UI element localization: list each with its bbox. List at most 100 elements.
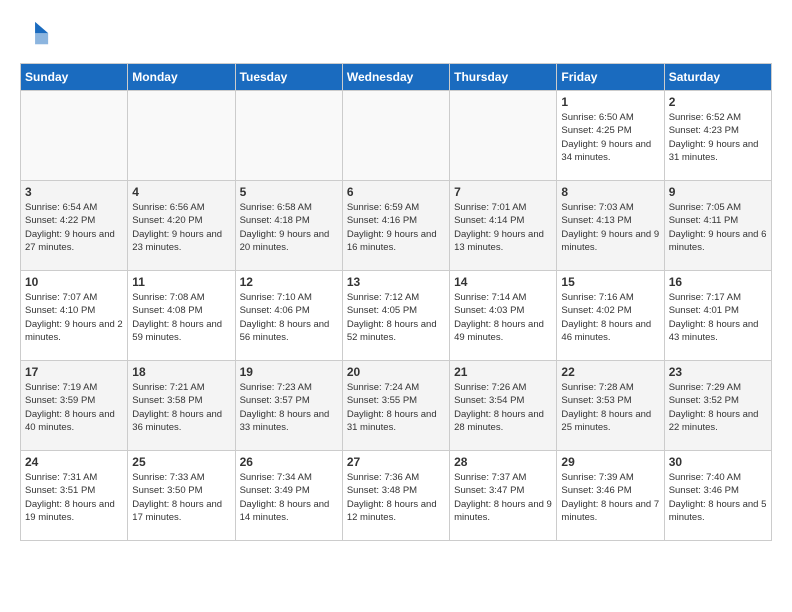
column-header-tuesday: Tuesday: [235, 64, 342, 91]
day-info: Sunrise: 7:31 AM Sunset: 3:51 PM Dayligh…: [25, 471, 123, 524]
day-info: Sunrise: 7:40 AM Sunset: 3:46 PM Dayligh…: [669, 471, 767, 524]
calendar-cell: 14 Sunrise: 7:14 AM Sunset: 4:03 PM Dayli…: [450, 271, 557, 361]
calendar-cell: 15Sunrise: 7:16 AM Sunset: 4:02 PM Dayli…: [557, 271, 664, 361]
calendar-cell: [235, 91, 342, 181]
day-number: 29: [561, 455, 659, 469]
day-info: Sunrise: 7:21 AM Sunset: 3:58 PM Dayligh…: [132, 381, 230, 434]
day-info: Sunrise: 7:07 AM Sunset: 4:10 PM Dayligh…: [25, 291, 123, 344]
day-info: Sunrise: 7:33 AM Sunset: 3:50 PM Dayligh…: [132, 471, 230, 524]
day-number: 15: [561, 275, 659, 289]
day-number: 10: [25, 275, 123, 289]
day-number: 21: [454, 365, 552, 379]
day-number: 19: [240, 365, 338, 379]
logo-icon: [22, 20, 50, 48]
day-number: 7: [454, 185, 552, 199]
calendar-cell: [450, 91, 557, 181]
column-header-monday: Monday: [128, 64, 235, 91]
calendar-cell: [21, 91, 128, 181]
week-row-5: 24 Sunrise: 7:31 AM Sunset: 3:51 PM Dayli…: [21, 451, 772, 541]
day-number: 17: [25, 365, 123, 379]
column-header-friday: Friday: [557, 64, 664, 91]
column-header-sunday: Sunday: [21, 64, 128, 91]
day-info: Sunrise: 7:36 AM Sunset: 3:48 PM Dayligh…: [347, 471, 445, 524]
day-info: Sunrise: 7:19 AM Sunset: 3:59 PM Dayligh…: [25, 381, 123, 434]
calendar-header-row: SundayMondayTuesdayWednesdayThursdayFrid…: [21, 64, 772, 91]
calendar-cell: 27Sunrise: 7:36 AM Sunset: 3:48 PM Dayli…: [342, 451, 449, 541]
calendar-cell: 5 Sunrise: 6:58 AM Sunset: 4:18 PM Daylig…: [235, 181, 342, 271]
calendar-cell: 4 Sunrise: 6:56 AM Sunset: 4:20 PM Daylig…: [128, 181, 235, 271]
week-row-2: 3 Sunrise: 6:54 AM Sunset: 4:22 PM Daylig…: [21, 181, 772, 271]
day-number: 25: [132, 455, 230, 469]
calendar-cell: 13 Sunrise: 7:12 AM Sunset: 4:05 PM Dayli…: [342, 271, 449, 361]
day-info: Sunrise: 6:52 AM Sunset: 4:23 PM Dayligh…: [669, 111, 767, 164]
day-info: Sunrise: 6:56 AM Sunset: 4:20 PM Dayligh…: [132, 201, 230, 254]
day-number: 4: [132, 185, 230, 199]
calendar-cell: 9Sunrise: 7:05 AM Sunset: 4:11 PM Daylig…: [664, 181, 771, 271]
calendar-cell: 16 Sunrise: 7:17 AM Sunset: 4:01 PM Dayli…: [664, 271, 771, 361]
day-info: Sunrise: 7:28 AM Sunset: 3:53 PM Dayligh…: [561, 381, 659, 434]
day-info: Sunrise: 7:37 AM Sunset: 3:47 PM Dayligh…: [454, 471, 552, 524]
calendar-cell: [342, 91, 449, 181]
day-info: Sunrise: 7:23 AM Sunset: 3:57 PM Dayligh…: [240, 381, 338, 434]
day-info: Sunrise: 7:39 AM Sunset: 3:46 PM Dayligh…: [561, 471, 659, 524]
day-number: 20: [347, 365, 445, 379]
day-info: Sunrise: 7:05 AM Sunset: 4:11 PM Dayligh…: [669, 201, 767, 254]
day-info: Sunrise: 7:12 AM Sunset: 4:05 PM Dayligh…: [347, 291, 445, 344]
week-row-3: 10 Sunrise: 7:07 AM Sunset: 4:10 PM Dayli…: [21, 271, 772, 361]
calendar-cell: 29 Sunrise: 7:39 AM Sunset: 3:46 PM Dayli…: [557, 451, 664, 541]
column-header-wednesday: Wednesday: [342, 64, 449, 91]
calendar-cell: 25 Sunrise: 7:33 AM Sunset: 3:50 PM Dayli…: [128, 451, 235, 541]
day-number: 11: [132, 275, 230, 289]
day-number: 5: [240, 185, 338, 199]
calendar-cell: 18 Sunrise: 7:21 AM Sunset: 3:58 PM Dayli…: [128, 361, 235, 451]
day-info: Sunrise: 7:10 AM Sunset: 4:06 PM Dayligh…: [240, 291, 338, 344]
calendar-cell: 22 Sunrise: 7:28 AM Sunset: 3:53 PM Dayli…: [557, 361, 664, 451]
calendar-cell: 19 Sunrise: 7:23 AM Sunset: 3:57 PM Dayli…: [235, 361, 342, 451]
calendar-cell: 21Sunrise: 7:26 AM Sunset: 3:54 PM Dayli…: [450, 361, 557, 451]
day-info: Sunrise: 7:17 AM Sunset: 4:01 PM Dayligh…: [669, 291, 767, 344]
day-info: Sunrise: 7:08 AM Sunset: 4:08 PM Dayligh…: [132, 291, 230, 344]
calendar-cell: 24 Sunrise: 7:31 AM Sunset: 3:51 PM Dayli…: [21, 451, 128, 541]
day-info: Sunrise: 7:24 AM Sunset: 3:55 PM Dayligh…: [347, 381, 445, 434]
calendar-body: 1 Sunrise: 6:50 AM Sunset: 4:25 PM Daylig…: [21, 91, 772, 541]
day-info: Sunrise: 6:58 AM Sunset: 4:18 PM Dayligh…: [240, 201, 338, 254]
calendar-cell: 12 Sunrise: 7:10 AM Sunset: 4:06 PM Dayli…: [235, 271, 342, 361]
day-number: 18: [132, 365, 230, 379]
calendar-cell: 2 Sunrise: 6:52 AM Sunset: 4:23 PM Daylig…: [664, 91, 771, 181]
day-number: 28: [454, 455, 552, 469]
day-number: 12: [240, 275, 338, 289]
calendar-cell: 11 Sunrise: 7:08 AM Sunset: 4:08 PM Dayli…: [128, 271, 235, 361]
day-info: Sunrise: 6:50 AM Sunset: 4:25 PM Dayligh…: [561, 111, 659, 164]
day-info: Sunrise: 7:03 AM Sunset: 4:13 PM Dayligh…: [561, 201, 659, 254]
day-number: 2: [669, 95, 767, 109]
day-number: 24: [25, 455, 123, 469]
calendar-cell: 6Sunrise: 6:59 AM Sunset: 4:16 PM Daylig…: [342, 181, 449, 271]
day-number: 3: [25, 185, 123, 199]
calendar-cell: 28 Sunrise: 7:37 AM Sunset: 3:47 PM Dayli…: [450, 451, 557, 541]
week-row-1: 1 Sunrise: 6:50 AM Sunset: 4:25 PM Daylig…: [21, 91, 772, 181]
day-number: 8: [561, 185, 659, 199]
calendar-table: SundayMondayTuesdayWednesdayThursdayFrid…: [20, 63, 772, 541]
calendar-cell: [128, 91, 235, 181]
day-info: Sunrise: 7:14 AM Sunset: 4:03 PM Dayligh…: [454, 291, 552, 344]
calendar-cell: 1 Sunrise: 6:50 AM Sunset: 4:25 PM Daylig…: [557, 91, 664, 181]
calendar-cell: 30Sunrise: 7:40 AM Sunset: 3:46 PM Dayli…: [664, 451, 771, 541]
day-info: Sunrise: 7:29 AM Sunset: 3:52 PM Dayligh…: [669, 381, 767, 434]
week-row-4: 17 Sunrise: 7:19 AM Sunset: 3:59 PM Dayli…: [21, 361, 772, 451]
day-info: Sunrise: 6:54 AM Sunset: 4:22 PM Dayligh…: [25, 201, 123, 254]
day-number: 14: [454, 275, 552, 289]
day-number: 13: [347, 275, 445, 289]
day-number: 22: [561, 365, 659, 379]
page-header: [20, 20, 772, 53]
day-info: Sunrise: 7:34 AM Sunset: 3:49 PM Dayligh…: [240, 471, 338, 524]
column-header-thursday: Thursday: [450, 64, 557, 91]
day-number: 1: [561, 95, 659, 109]
calendar-cell: 8 Sunrise: 7:03 AM Sunset: 4:13 PM Daylig…: [557, 181, 664, 271]
logo: [20, 20, 50, 53]
calendar-cell: 3 Sunrise: 6:54 AM Sunset: 4:22 PM Daylig…: [21, 181, 128, 271]
day-info: Sunrise: 7:01 AM Sunset: 4:14 PM Dayligh…: [454, 201, 552, 254]
day-number: 16: [669, 275, 767, 289]
calendar-cell: 26Sunrise: 7:34 AM Sunset: 3:49 PM Dayli…: [235, 451, 342, 541]
calendar-cell: 7 Sunrise: 7:01 AM Sunset: 4:14 PM Daylig…: [450, 181, 557, 271]
calendar-cell: 23Sunrise: 7:29 AM Sunset: 3:52 PM Dayli…: [664, 361, 771, 451]
